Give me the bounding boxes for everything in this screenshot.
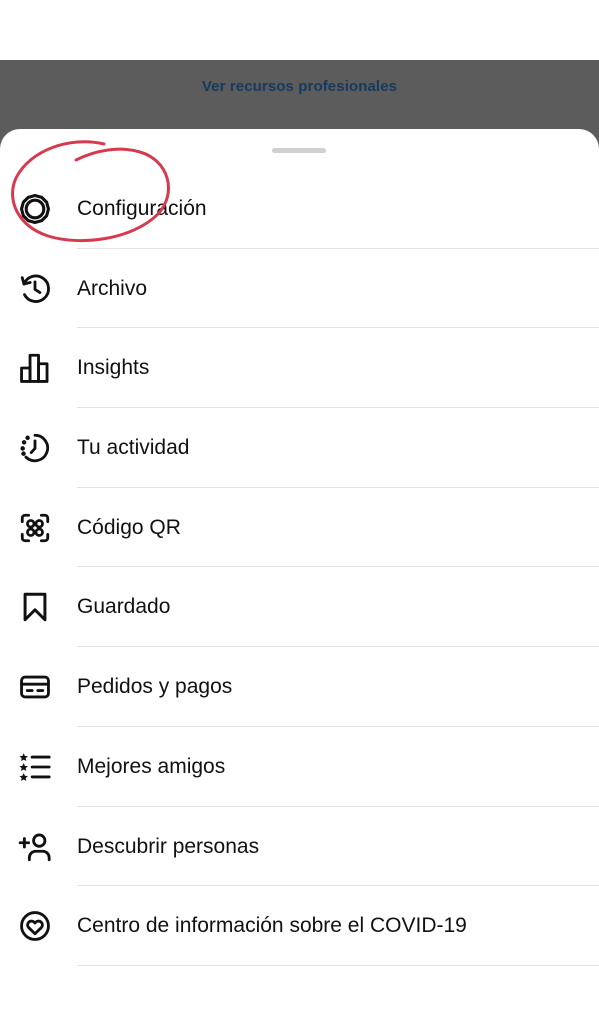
- menu-item-label: Archivo: [77, 276, 148, 300]
- heart-globe-icon: [17, 908, 53, 944]
- qr-code-icon: [17, 510, 53, 546]
- menu-item-label: Tu actividad: [77, 436, 190, 460]
- menu-item-label: Centro de información sobre el COVID-19: [77, 914, 467, 938]
- menu-item-qr-code[interactable]: Código QR: [0, 488, 599, 568]
- menu-item-close-friends[interactable]: Mejores amigos: [0, 727, 599, 807]
- screen: Ver recursos profesionales Configuración: [0, 0, 599, 1024]
- menu-item-label: Código QR: [77, 515, 181, 539]
- sheet-drag-handle[interactable]: [272, 148, 326, 153]
- menu-item-your-activity[interactable]: Tu actividad: [0, 408, 599, 488]
- bottom-sheet: Configuración Archivo Insights Tu activi…: [0, 129, 599, 1024]
- menu-item-label: Configuración: [77, 197, 207, 220]
- bookmark-icon: [17, 589, 53, 625]
- menu-item-discover-people[interactable]: Descubrir personas: [0, 807, 599, 887]
- menu-item-label: Insights: [77, 356, 150, 380]
- activity-clock-icon: [17, 430, 53, 466]
- close-friends-list-icon: [17, 749, 53, 785]
- divider: [77, 964, 599, 966]
- gear-icon: [17, 191, 53, 227]
- archive-history-icon: [17, 271, 53, 307]
- top-status-area: [0, 0, 599, 60]
- menu-item-insights[interactable]: Insights: [0, 328, 599, 409]
- professional-resources-link[interactable]: Ver recursos profesionales: [0, 78, 599, 95]
- menu-item-archive[interactable]: Archivo: [0, 249, 599, 329]
- menu-item-label: Pedidos y pagos: [77, 675, 233, 699]
- menu-item-label: Mejores amigos: [77, 754, 226, 778]
- menu-item-label: Guardado: [77, 595, 171, 619]
- menu-item-saved[interactable]: Guardado: [0, 567, 599, 648]
- menu-list: Configuración Archivo Insights Tu activi…: [0, 169, 599, 966]
- menu-item-label: Descubrir personas: [77, 834, 260, 858]
- menu-item-settings[interactable]: Configuración: [0, 169, 599, 249]
- add-person-icon: [17, 829, 53, 865]
- bar-chart-icon: [17, 350, 53, 386]
- credit-card-icon: [17, 669, 53, 705]
- menu-item-orders-payments[interactable]: Pedidos y pagos: [0, 647, 599, 727]
- menu-item-covid-info[interactable]: Centro de información sobre el COVID-19: [0, 886, 599, 966]
